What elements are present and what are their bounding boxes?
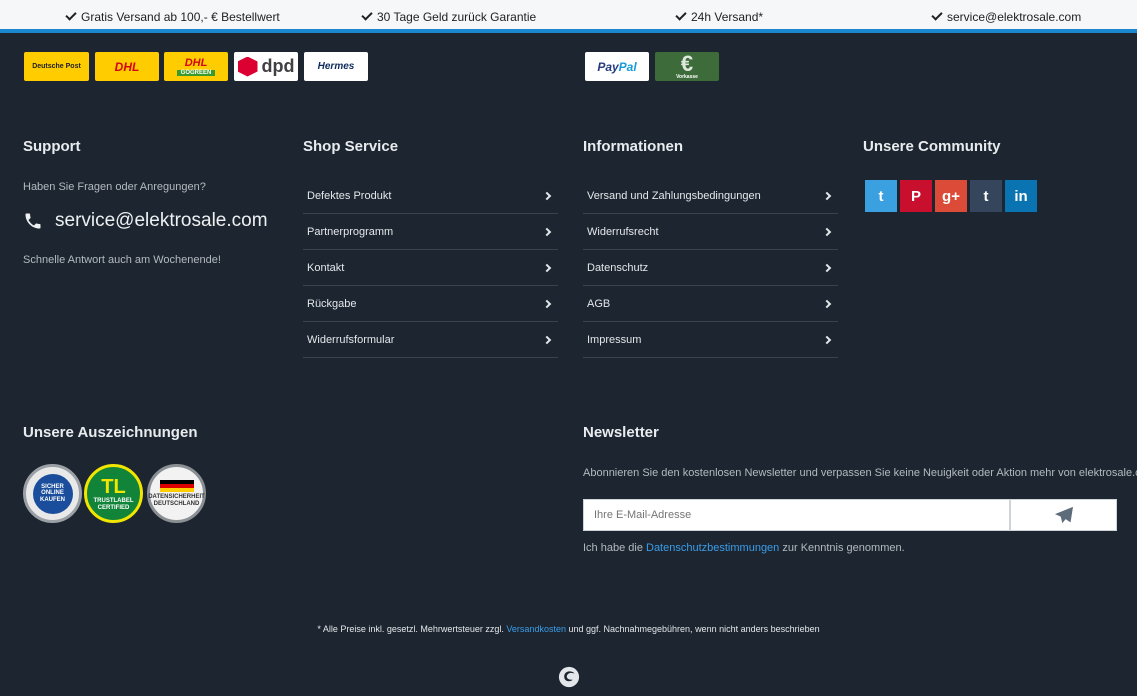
tumblr-icon[interactable]: t [970,180,1002,212]
support-email[interactable]: service@elektrosale.com [55,210,268,232]
price-note: * Alle Preise inkl. gesetzl. Mehrwertste… [317,624,820,634]
vorkasse-logo: € Vorkasse [655,52,719,81]
informationen-item[interactable]: Impressum [583,322,838,358]
check-icon [361,9,373,21]
usp-item: Gratis Versand ab 100,- € Bestellwert [65,9,280,24]
informationen-item[interactable]: Versand und Zahlungsbedingungen [583,178,838,214]
newsletter-description: Abonnieren Sie den kostenlosen Newslette… [583,467,1137,479]
dpd-cube-icon [237,56,258,77]
informationen-title: Informationen [583,138,683,155]
usp-bar: Gratis Versand ab 100,- € Bestellwert 30… [0,0,1137,33]
hermes-logo: Hermes [304,52,368,81]
shop-service-title: Shop Service [303,138,399,155]
shop-service-item[interactable]: Kontakt [303,250,558,286]
support-note: Schnelle Antwort auch am Wochenende! [23,254,221,266]
chevron-right-icon [542,227,552,236]
informationen-item[interactable]: Datenschutz [583,250,838,286]
twitter-icon[interactable]: t [865,180,897,212]
newsletter-consent: Ich habe die Datenschutzbestimmungen zur… [583,542,905,554]
google-plus-icon[interactable]: g+ [935,180,967,212]
datensicherheit-badge[interactable]: DATENSICHERHEIT DEUTSCHLAND [147,464,206,523]
paper-plane-icon [1054,506,1073,524]
informationen-list: Versand und Zahlungsbedingungen Widerruf… [583,178,838,358]
chevron-right-icon [822,263,832,272]
chevron-right-icon [542,191,552,200]
paypal-logo: Pay Pal [585,52,649,81]
newsletter-submit-button[interactable] [1010,499,1117,531]
phone-icon [25,213,41,229]
newsletter-email-input[interactable] [583,499,1010,531]
community-title: Unsere Community [863,138,1001,155]
shop-service-item[interactable]: Partnerprogramm [303,214,558,250]
awards-title: Unsere Auszeichnungen [23,424,198,441]
shop-service-item[interactable]: Defektes Produkt [303,178,558,214]
chevron-right-icon [822,335,832,344]
deutsche-post-logo: Deutsche Post [24,52,89,81]
shopware-logo-icon[interactable] [558,666,580,688]
shipping-costs-link[interactable]: Versandkosten [506,624,566,634]
newsletter-title: Newsletter [583,424,659,441]
chevron-right-icon [822,191,832,200]
support-contact: service@elektrosale.com [23,210,268,232]
dhl-logo: DHL [95,52,159,81]
privacy-link[interactable]: Datenschutzbestimmungen [646,542,779,554]
usp-item: service@elektrosale.com [931,9,1081,24]
chevron-right-icon [542,263,552,272]
support-question: Haben Sie Fragen oder Anregungen? [23,181,206,193]
shop-service-item[interactable]: Widerrufsformular [303,322,558,358]
dpd-logo: dpd [234,52,298,81]
check-icon [65,9,77,21]
shop-service-list: Defektes Produkt Partnerprogramm Kontakt… [303,178,558,358]
dhl-gogreen-logo: DHL GOGREEN [164,52,228,81]
linkedin-icon[interactable]: in [1005,180,1037,212]
informationen-item[interactable]: Widerrufsrecht [583,214,838,250]
chevron-right-icon [822,227,832,236]
germany-flag-icon [159,479,194,492]
shop-service-item[interactable]: Rückgabe [303,286,558,322]
sicher-online-kaufen-badge[interactable]: SICHER ONLINE KAUFEN [23,464,82,523]
support-title: Support [23,138,81,155]
check-icon [675,9,687,21]
chevron-right-icon [822,299,832,308]
chevron-right-icon [542,299,552,308]
chevron-right-icon [542,335,552,344]
informationen-item[interactable]: AGB [583,286,838,322]
social-links: t P g+ t in [865,180,1037,212]
usp-item: 30 Tage Geld zurück Garantie [361,9,536,24]
euro-icon: € [680,52,694,76]
check-icon [931,9,943,21]
pinterest-icon[interactable]: P [900,180,932,212]
trustlabel-badge[interactable]: TL TRUSTLABEL CERTIFIED [84,464,143,523]
usp-item: 24h Versand* [675,9,763,24]
